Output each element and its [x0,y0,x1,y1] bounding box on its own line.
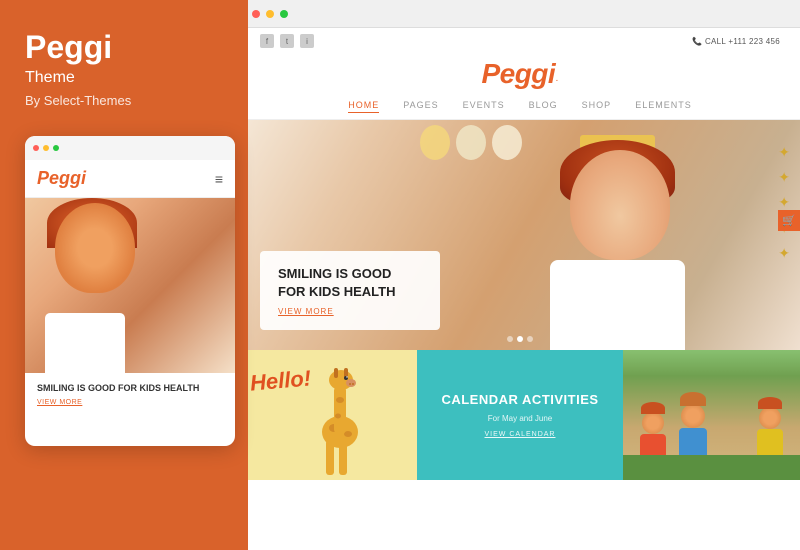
hero-stars: ✦✦✦✦✦ [778,140,790,266]
browser-dot-yellow [266,10,274,18]
kid3-head [759,407,781,429]
calendar-card-subtitle: For May and June [488,414,552,423]
hero-text-box: SMILING IS GOOD FOR KIDS HEALTH VIEW MOR… [260,251,440,330]
site-top-bar: f t i 📞 CALL +111 223 456 [260,34,780,48]
cart-icon-container[interactable]: 🛒 [778,210,800,231]
site-header: f t i 📞 CALL +111 223 456 Peggi· HOME PA… [240,28,800,120]
mobile-dot-green [53,145,59,151]
calendar-view-link[interactable]: VIEW CALENDAR [485,431,556,438]
hero-section: ✦✦✦✦✦ SMILING IS GOOD FOR KIDS HEALTH VI… [240,120,800,350]
kid1-head [642,412,664,434]
mobile-top-bar [25,136,235,160]
theme-title: Peggi Theme By Select-Themes [25,30,223,108]
baby-body [550,260,685,350]
card-hello: Hello! [240,350,417,480]
hero-slider-dots [507,336,533,342]
calendar-card-title: CALENDAR ACTIVITIES [441,392,598,409]
dot-3[interactable] [527,336,533,342]
by-label: By Select-Themes [25,93,223,108]
dot-1[interactable] [507,336,513,342]
balloon-light [456,125,486,160]
hello-text: Hello! [249,365,312,396]
nav-pages[interactable]: PAGES [403,100,438,113]
nav-events[interactable]: EVENTS [463,100,505,113]
balloon-yellow [420,125,450,160]
cart-icon: 🛒 [782,214,796,227]
mobile-baby-body [45,313,125,373]
desktop-mockup: f t i 📞 CALL +111 223 456 Peggi· HOME PA… [240,0,800,550]
mobile-header: Peggi ≡ [25,160,235,198]
cards-row: Hello! [240,350,800,480]
brand-name: Peggi [25,30,223,65]
mobile-view-more[interactable]: VIEW MORE [37,399,223,406]
card-calendar: CALENDAR ACTIVITIES For May and June VIE… [417,350,624,480]
call-number: +111 223 456 [728,37,780,46]
dot-2[interactable] [517,336,523,342]
site-logo-row: Peggi· [260,54,780,94]
mobile-baby-face [55,203,135,293]
nav-blog[interactable]: BLOG [529,100,558,113]
call-label: CALL [705,37,726,46]
mobile-logo: Peggi [37,168,86,189]
mobile-dot-yellow [43,145,49,151]
facebook-icon[interactable]: f [260,34,274,48]
grass [623,455,800,480]
hero-baby-illustration [520,130,720,350]
site-nav: HOME PAGES EVENTS BLOG SHOP ELEMENTS [260,94,780,119]
hero-headline: SMILING IS GOOD FOR KIDS HEALTH [278,265,422,301]
kid2-hair [680,392,706,406]
mobile-dot-red [33,145,39,151]
website-content: f t i 📞 CALL +111 223 456 Peggi· HOME PA… [240,28,800,550]
hero-view-more-link[interactable]: VIEW MORE [278,307,422,316]
kid1-hair [641,402,665,414]
giraffe-illustration [304,360,384,480]
site-logo[interactable]: Peggi [481,58,555,89]
mobile-hero-image [25,198,235,373]
kid2-head [681,404,705,428]
browser-top-bar [240,0,800,28]
browser-dot-green [280,10,288,18]
kid3-hair [758,397,782,409]
hero-balloons [420,125,522,160]
kids-photo [623,350,800,480]
theme-label: Theme [25,69,223,87]
browser-dot-red [252,10,260,18]
nav-elements[interactable]: ELEMENTS [635,100,692,113]
hamburger-icon[interactable]: ≡ [215,171,223,187]
logo-dot: · [555,75,558,86]
mobile-headline: SMILING IS GOOD FOR KIDS HEALTH [37,383,223,395]
card-photo [623,350,800,480]
nav-home[interactable]: HOME [348,100,379,113]
mobile-mockup: Peggi ≡ SMILING IS GOOD FOR KIDS HEALTH … [25,136,235,446]
left-panel: Peggi Theme By Select-Themes Peggi ≡ SMI… [0,0,248,550]
baby-head [570,150,670,260]
instagram-icon[interactable]: i [300,34,314,48]
balloon-cream [492,125,522,160]
twitter-icon[interactable]: t [280,34,294,48]
call-info: 📞 CALL +111 223 456 [692,37,780,46]
social-icons: f t i [260,34,314,48]
mobile-text-overlay: SMILING IS GOOD FOR KIDS HEALTH VIEW MOR… [25,373,235,416]
nav-shop[interactable]: SHOP [582,100,612,113]
